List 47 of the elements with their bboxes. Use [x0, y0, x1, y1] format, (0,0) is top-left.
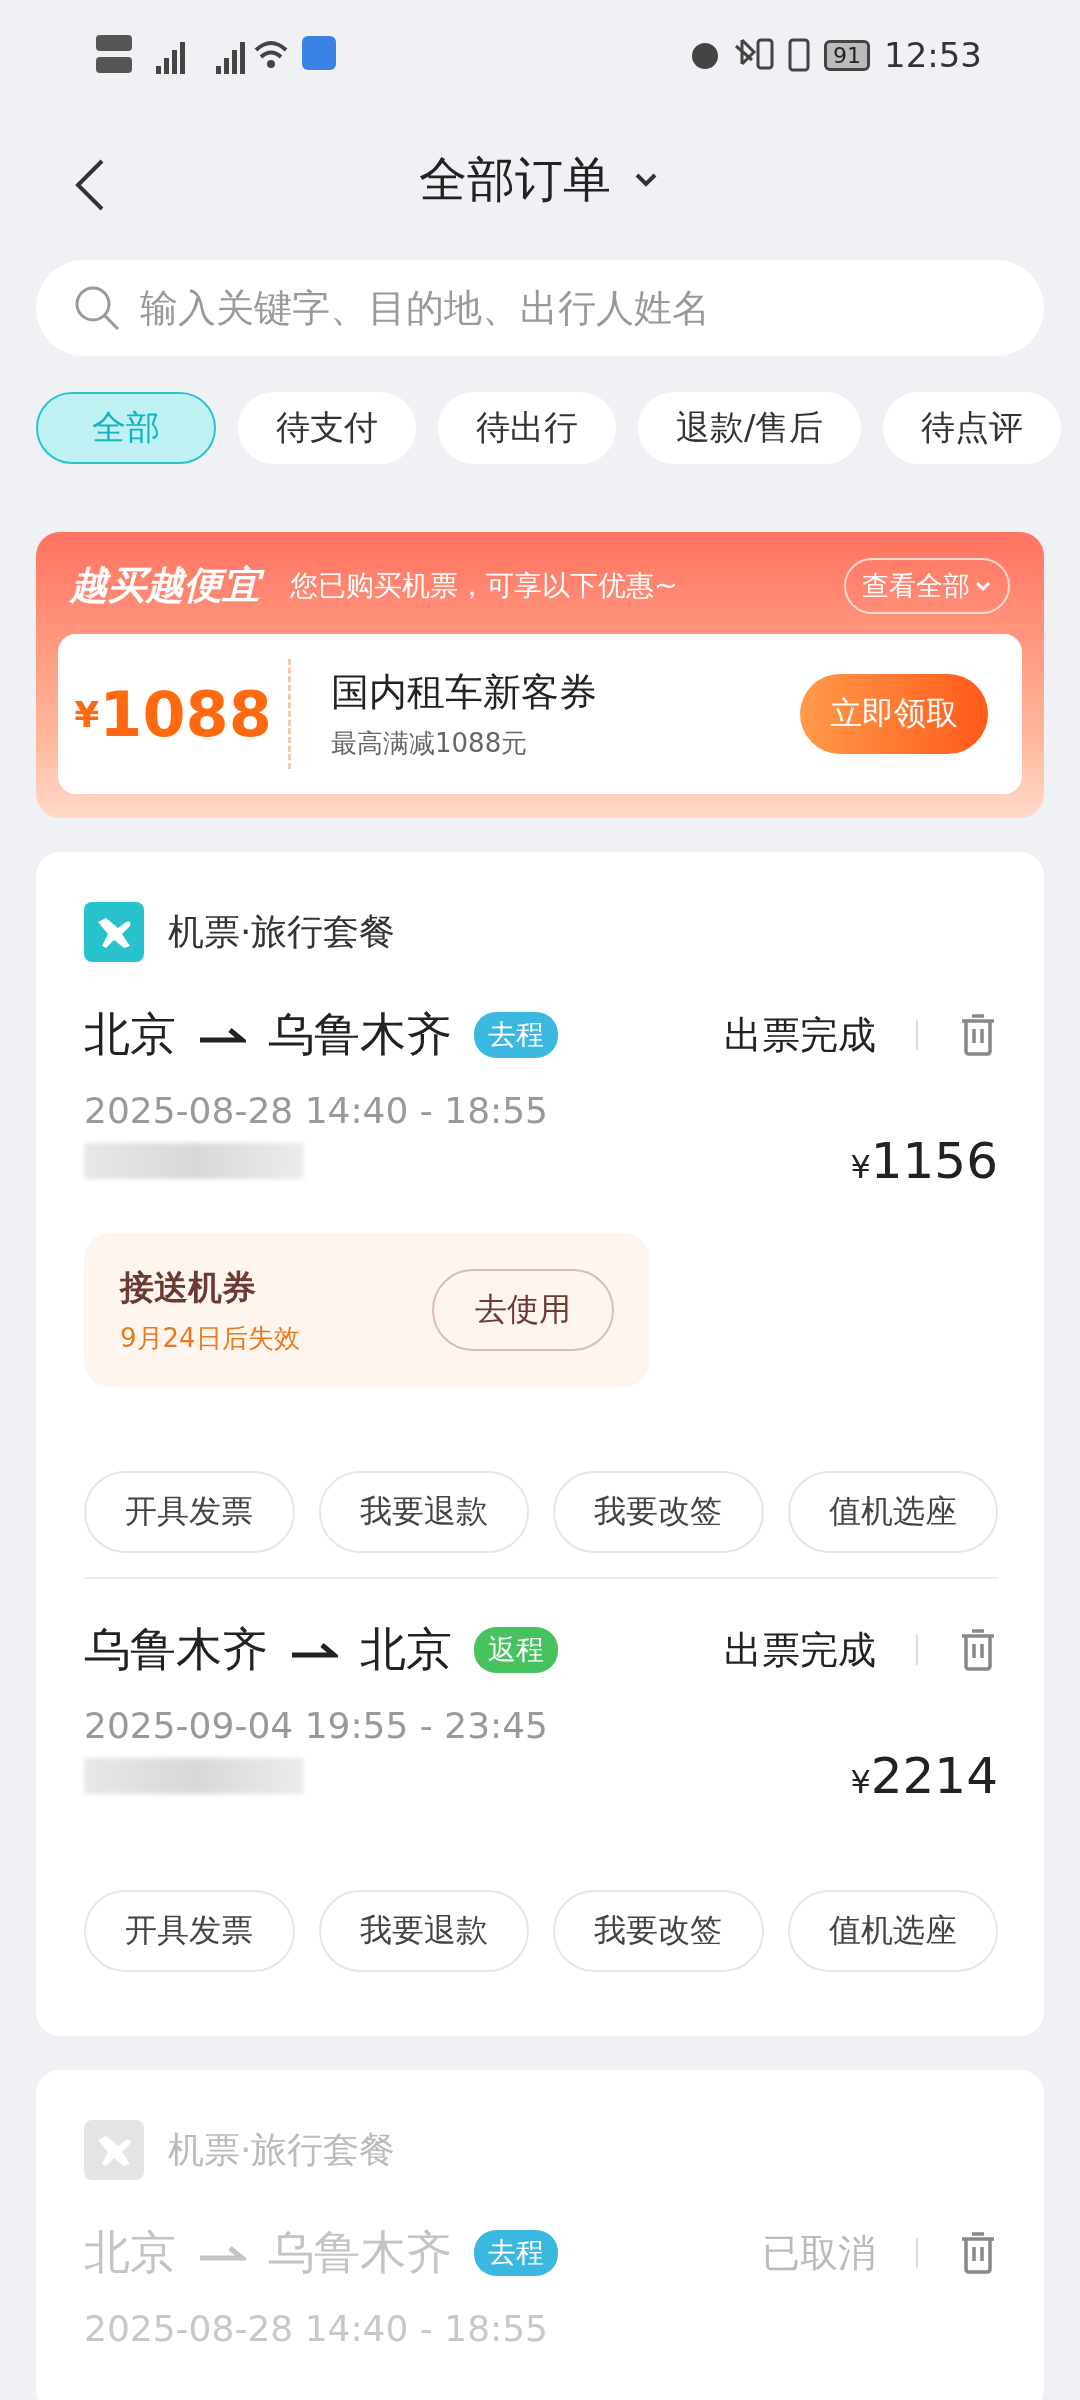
order-price: ¥2214	[850, 1747, 998, 1805]
use-button[interactable]: 去使用	[432, 1269, 614, 1351]
trip-tag: 去程	[474, 1012, 558, 1058]
flight-time: 2025-08-28 14:40 - 18:55	[84, 1090, 550, 1131]
promo-title: 越买越便宜	[70, 561, 268, 611]
filter-tab[interactable]: 待支付	[238, 392, 416, 464]
caret-icon	[974, 580, 992, 592]
action-button[interactable]: 值机选座	[787, 1890, 998, 1972]
departure-city: 乌鲁木齐	[84, 1621, 268, 1678]
trip-tag: 去程	[474, 2230, 558, 2276]
action-button[interactable]: 我要退款	[318, 1890, 529, 1972]
page-title[interactable]: 全部订单	[419, 148, 611, 212]
action-button[interactable]: 值机选座	[787, 1471, 998, 1553]
bluetooth-icon	[734, 38, 774, 72]
order-category: 机票·旅行套餐	[168, 909, 396, 954]
coupon-expiry: 9月24日后失效	[120, 1321, 300, 1355]
arrival-city: 北京	[360, 1621, 452, 1678]
action-button[interactable]: 开具发票	[84, 1890, 295, 1972]
order-price: ¥1156	[850, 1132, 998, 1190]
ticket-status: 出票完成	[724, 1626, 876, 1674]
coupon-description: 最高满减1088元	[331, 727, 529, 760]
ticket-status: 出票完成	[724, 1011, 876, 1059]
filter-tab[interactable]: 退款/售后	[638, 392, 862, 464]
departure-city: 北京	[84, 2224, 176, 2281]
order-card[interactable]: 机票·旅行套餐 北京 乌鲁木齐 去程 出票完成 2025-08-28 14:40 - 18:55 ¥1156 接送机券 9月24日后失效 去使用 开具发票 我要退款 我要改签 值机选座 乌鲁木齐 北京 返程 出票完成 2025-09-04 19:55 - 23:45 ¥2214 开具发票 我要退款 我要改签 值机选座	[36, 852, 1044, 2036]
departure-city: 北京	[84, 1006, 176, 1063]
currency-symbol: ¥	[74, 693, 100, 735]
battery-level: 91	[824, 39, 870, 71]
action-button[interactable]: 我要改签	[553, 1890, 764, 1972]
action-button[interactable]: 我要改签	[553, 1471, 764, 1553]
clock-time: 12:53	[884, 35, 982, 75]
ride-coupon-title: 接送机券	[120, 1265, 257, 1309]
flight-time: 2025-09-04 19:55 - 23:45	[84, 1705, 550, 1746]
action-button[interactable]: 我要退款	[318, 1471, 529, 1553]
promo-subtitle: 您已购买机票，可享以下优惠~	[290, 568, 679, 604]
action-button[interactable]: 开具发票	[84, 1471, 295, 1553]
arrival-city: 乌鲁木齐	[268, 1006, 452, 1063]
vibrate-icon	[788, 38, 810, 72]
order-category: 机票·旅行套餐	[168, 2127, 396, 2172]
coupon-name: 国内租车新客券	[331, 669, 598, 716]
arrival-city: 乌鲁木齐	[268, 2224, 452, 2281]
ticket-status: 已取消	[762, 2229, 876, 2277]
coupon-amount: 1088	[99, 677, 272, 751]
search-field[interactable]: 输入关键字、目的地、出行人姓名	[36, 260, 1044, 356]
filter-tab[interactable]: 待点评	[883, 392, 1062, 464]
filter-tab[interactable]: 待出行	[438, 392, 616, 464]
trip-tag: 返程	[474, 1627, 558, 1673]
